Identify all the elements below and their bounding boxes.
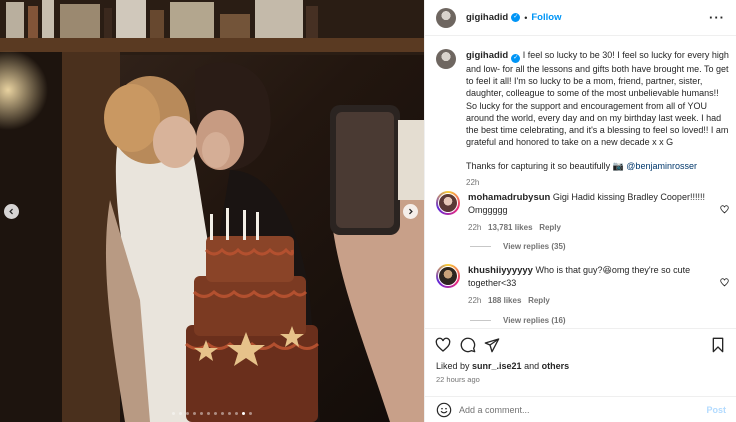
caption-thanks: Thanks for capturing it so beautifully 📷 bbox=[466, 161, 624, 172]
verified-badge-icon: ✓ bbox=[511, 13, 521, 22]
caption-author-username[interactable]: gigihadid bbox=[466, 50, 508, 61]
comment-time: 22h bbox=[468, 223, 482, 233]
author-username[interactable]: gigihadid bbox=[466, 12, 508, 23]
view-replies-button[interactable]: View replies (35) bbox=[470, 242, 566, 251]
emoji-icon[interactable] bbox=[436, 402, 452, 418]
liked-by: Liked by sunr_.ise21 and others bbox=[436, 361, 569, 371]
carousel-dot bbox=[172, 412, 175, 415]
comment-item: khushiiyyyyyy Who is that guy?😆omg they'… bbox=[436, 264, 729, 308]
chevron-right-icon bbox=[409, 208, 413, 215]
commenter-avatar[interactable] bbox=[436, 191, 460, 215]
replies-divider bbox=[470, 320, 491, 321]
comment-meta: 22h 188 likes Reply bbox=[468, 295, 708, 307]
replies-divider bbox=[470, 246, 491, 247]
carousel-dot bbox=[242, 412, 245, 415]
reply-button[interactable]: Reply bbox=[539, 223, 561, 232]
post-photo bbox=[0, 0, 424, 422]
carousel-dot bbox=[221, 412, 224, 415]
liked-by-and: and bbox=[521, 361, 542, 371]
view-replies-label: View replies (35) bbox=[503, 242, 566, 251]
post-caption: gigihadid ✓ I feel so lucky to be 30! I f… bbox=[436, 49, 729, 189]
view-replies-button[interactable]: View replies (16) bbox=[470, 316, 566, 325]
commenter-avatar[interactable] bbox=[436, 264, 460, 288]
comment-likes[interactable]: 13,781 likes bbox=[488, 223, 532, 232]
reply-button[interactable]: Reply bbox=[528, 296, 550, 305]
comment-bubble-icon[interactable] bbox=[460, 337, 476, 353]
liked-by-user-link[interactable]: sunr_.ise21 bbox=[472, 361, 522, 371]
comment-username[interactable]: khushiiyyyyyy bbox=[468, 265, 533, 276]
post-timestamp[interactable]: 22 hours ago bbox=[436, 375, 480, 384]
liked-by-prefix: Liked by bbox=[436, 361, 473, 371]
comment-composer: Post bbox=[425, 396, 736, 422]
view-replies-label: View replies (16) bbox=[503, 316, 566, 325]
share-paper-plane-icon[interactable] bbox=[484, 337, 500, 353]
post-sidebar: gigihadid ✓ • Follow ··· gigihadid ✓ I fe… bbox=[424, 0, 736, 422]
next-slide-button[interactable] bbox=[403, 204, 418, 219]
more-options-icon[interactable]: ··· bbox=[709, 10, 725, 25]
caption-timestamp: 22h bbox=[466, 177, 480, 187]
carousel-dot bbox=[186, 412, 189, 415]
instagram-post-modal: gigihadid ✓ • Follow ··· gigihadid ✓ I fe… bbox=[0, 0, 736, 422]
caption-text: I feel so lucky to be 30! I feel so luck… bbox=[466, 50, 729, 148]
follow-button[interactable]: Follow bbox=[531, 12, 561, 23]
like-heart-icon[interactable] bbox=[435, 337, 451, 353]
author-avatar[interactable] bbox=[436, 7, 456, 28]
comment-item: mohamadrubysun Gigi Hadid kissing Bradle… bbox=[436, 191, 729, 235]
caption-author-avatar[interactable] bbox=[436, 49, 456, 69]
verified-badge-icon: ✓ bbox=[511, 54, 521, 63]
carousel-dot bbox=[200, 412, 203, 415]
comment-meta: 22h 13,781 likes Reply bbox=[468, 222, 708, 234]
comment-likes[interactable]: 188 likes bbox=[488, 296, 521, 305]
carousel-dot bbox=[235, 412, 238, 415]
carousel-dot bbox=[179, 412, 182, 415]
post-comment-button[interactable]: Post bbox=[706, 405, 726, 415]
add-comment-input[interactable] bbox=[459, 402, 699, 418]
post-action-bar bbox=[425, 328, 736, 362]
like-comment-heart-icon[interactable] bbox=[720, 205, 729, 214]
liked-by-others-link[interactable]: others bbox=[542, 361, 570, 371]
comments-scroll-area[interactable]: gigihadid ✓ I feel so lucky to be 30! I f… bbox=[425, 36, 736, 328]
carousel-indicator bbox=[0, 412, 424, 415]
post-header: gigihadid ✓ • Follow ··· bbox=[425, 0, 736, 36]
save-bookmark-icon[interactable] bbox=[710, 337, 726, 353]
carousel-dot bbox=[249, 412, 252, 415]
photographer-mention-link[interactable]: @benjaminrosser bbox=[626, 161, 697, 171]
like-comment-heart-icon[interactable] bbox=[720, 278, 729, 287]
carousel-dot bbox=[193, 412, 196, 415]
carousel-dot bbox=[228, 412, 231, 415]
comment-time: 22h bbox=[468, 296, 482, 306]
carousel-dot bbox=[214, 412, 217, 415]
carousel-dot bbox=[207, 412, 210, 415]
chevron-left-icon bbox=[9, 208, 13, 215]
post-media[interactable] bbox=[0, 0, 424, 422]
previous-slide-button[interactable] bbox=[4, 204, 19, 219]
comment-username[interactable]: mohamadrubysun bbox=[468, 192, 550, 203]
